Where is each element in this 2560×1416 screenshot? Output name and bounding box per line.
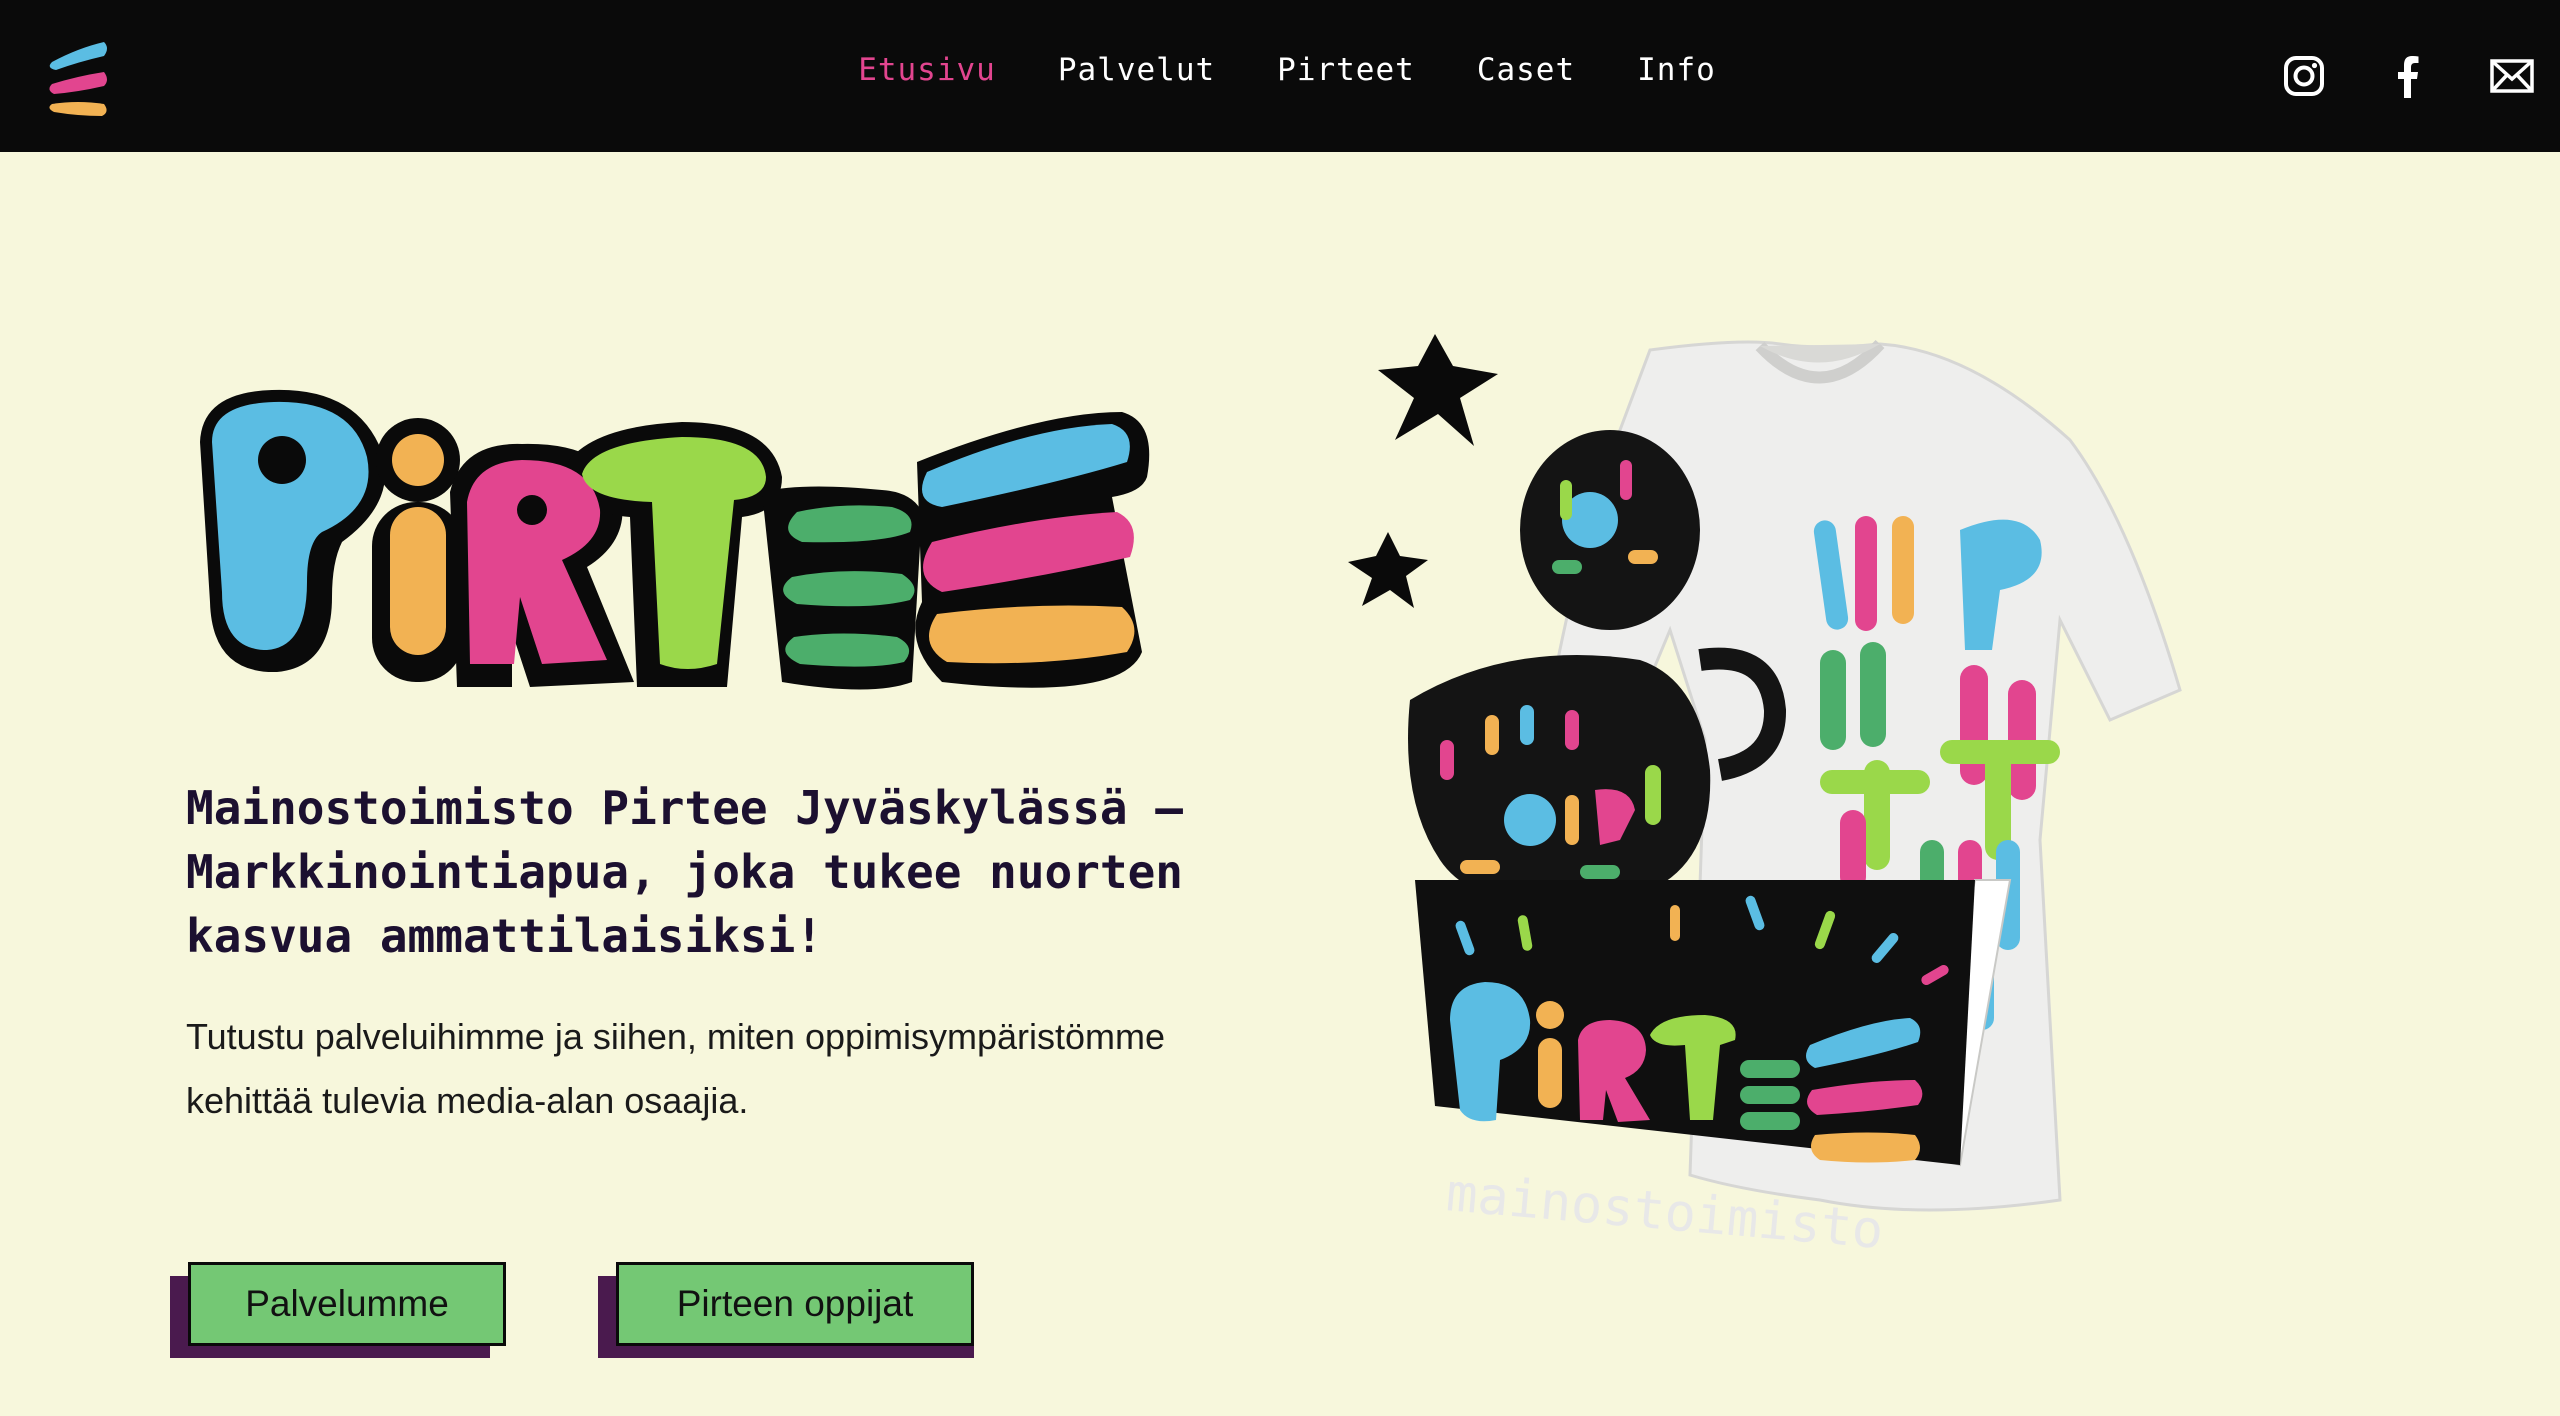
hero-headline: Mainostoimisto Pirtee Jyväskylässä – Mar… xyxy=(186,781,1183,963)
nav-item-palvelut[interactable]: Palvelut xyxy=(1058,52,1215,88)
top-navigation-bar: Etusivu Palvelut Pirteet Caset Info xyxy=(0,0,2560,152)
merchandise-illustration: mainostoimisto xyxy=(1348,334,2182,1261)
learners-button[interactable]: Pirteen oppijat xyxy=(616,1262,974,1346)
nav-item-etusivu[interactable]: Etusivu xyxy=(858,52,996,88)
nav-item-pirteet[interactable]: Pirteet xyxy=(1277,52,1415,88)
facebook-icon[interactable] xyxy=(2384,52,2432,100)
nav-item-info[interactable]: Info xyxy=(1637,52,1716,88)
mail-icon[interactable] xyxy=(2488,52,2536,100)
star-icon xyxy=(1378,334,1498,446)
nav-item-caset[interactable]: Caset xyxy=(1477,52,1575,88)
star-icon xyxy=(1348,532,1428,608)
social-links xyxy=(2280,52,2560,100)
hero-subtext: Tutustu palveluihimme ja siihen, miten o… xyxy=(186,1016,1166,1121)
pirtee-hero-logo xyxy=(200,389,1150,690)
logo-letter-i xyxy=(390,434,446,655)
services-button[interactable]: Palvelumme xyxy=(188,1262,506,1346)
logo-stripes-left xyxy=(783,505,915,667)
mug-image xyxy=(1520,430,1700,630)
main-navigation: Etusivu Palvelut Pirteet Caset Info xyxy=(0,52,2560,88)
instagram-icon[interactable] xyxy=(2280,52,2328,100)
